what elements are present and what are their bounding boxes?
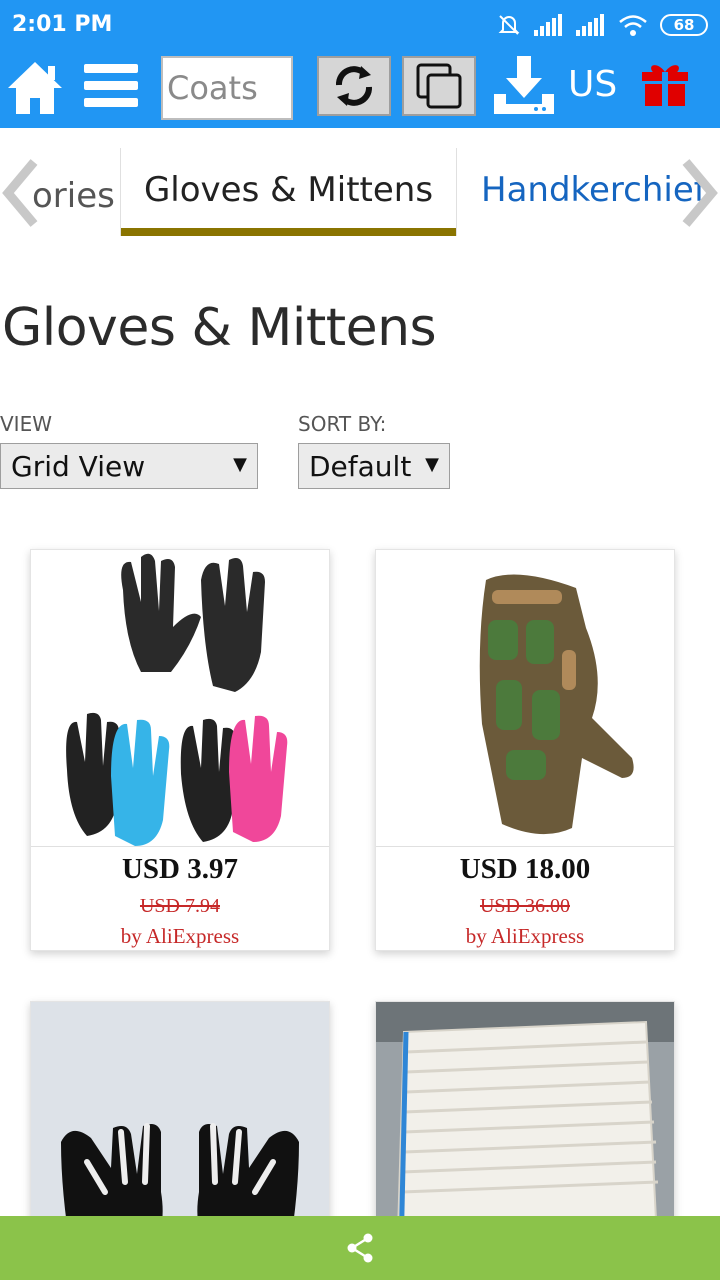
bottom-bar <box>0 1216 720 1280</box>
search-input[interactable] <box>161 56 293 120</box>
chevron-left-icon[interactable] <box>0 158 40 228</box>
status-icons: 68 <box>496 12 708 38</box>
download-icon[interactable] <box>492 54 556 116</box>
product-price: USD 3.97 <box>121 853 238 885</box>
product-image[interactable] <box>376 550 674 847</box>
tab-active-indicator <box>121 228 456 236</box>
view-label: VIEW <box>0 412 52 436</box>
category-tabs: ories Gloves & Mittens Handkerchief <box>0 128 720 238</box>
region-label[interactable]: US <box>568 64 617 105</box>
home-icon[interactable] <box>6 58 64 118</box>
menu-icon[interactable] <box>84 62 138 110</box>
sort-label: SORT BY: <box>298 412 387 436</box>
dropdown-caret-icon: ▼ <box>425 454 439 475</box>
view-select[interactable]: Grid View ▼ <box>0 443 258 489</box>
top-toolbar: US <box>0 50 720 128</box>
product-price: USD 18.00 <box>459 853 591 885</box>
signal-icon <box>576 14 604 36</box>
product-seller: by AliExpress <box>465 924 585 948</box>
wifi-icon <box>619 15 647 36</box>
camo-glove-image <box>479 574 634 835</box>
tab-gloves-mittens[interactable]: Gloves & Mittens <box>120 148 457 236</box>
tab-active-label: Gloves & Mittens <box>143 170 434 210</box>
product-old-price: USD 7.94 <box>139 895 220 917</box>
dropdown-caret-icon: ▼ <box>233 454 247 475</box>
app-root: 2:01 PM 68 Coats US ories Gloves & Mitte… <box>0 0 720 1280</box>
refresh-button[interactable] <box>317 56 391 116</box>
tab-previous-category[interactable]: ories <box>32 176 115 216</box>
gloves-touchscreen-image <box>66 553 288 846</box>
signal-icon <box>534 14 562 36</box>
refresh-icon <box>336 66 372 106</box>
product-card[interactable]: USD 18.00 USD 36.00 by AliExpress <box>375 549 675 951</box>
product-image[interactable] <box>31 550 329 847</box>
product-old-price: USD 36.00 <box>479 895 570 917</box>
product-seller: by AliExpress <box>120 924 240 948</box>
tab-handkerchiefs[interactable]: Handkerchief <box>481 170 701 210</box>
product-card[interactable]: USD 3.97 USD 7.94 by AliExpress <box>30 549 330 951</box>
gift-icon[interactable] <box>640 60 690 106</box>
battery-icon: 68 <box>660 14 708 36</box>
status-bar: 2:01 PM 68 <box>0 0 720 50</box>
sort-select[interactable]: Default ▼ <box>298 443 450 489</box>
status-time: 2:01 PM <box>12 12 113 37</box>
copy-button[interactable] <box>402 56 476 116</box>
page-title: Gloves & Mittens <box>2 298 437 358</box>
chevron-right-icon[interactable] <box>680 158 720 228</box>
view-select-value: Grid View <box>11 449 146 483</box>
sort-select-value: Default <box>309 449 412 483</box>
copy-icon <box>416 63 462 109</box>
muted-bell-icon <box>498 15 520 35</box>
share-icon[interactable] <box>344 1232 376 1264</box>
